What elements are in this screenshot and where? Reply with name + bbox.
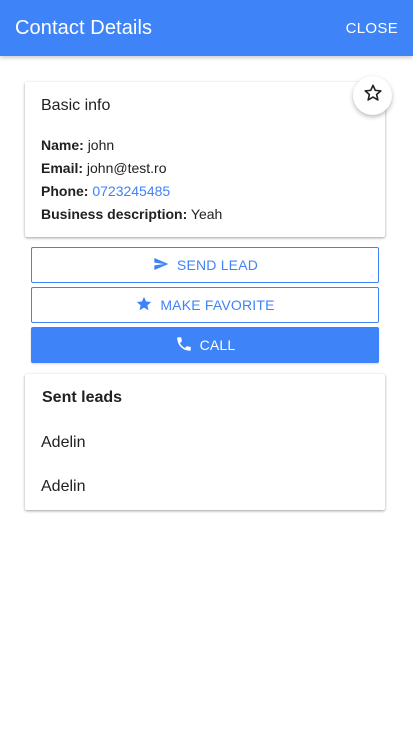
sent-leads-title: Sent leads xyxy=(42,389,123,406)
app-bar: Contact Details CLOSE xyxy=(0,0,413,56)
star-icon xyxy=(135,295,160,316)
phone-link[interactable]: 0723245485 xyxy=(92,183,170,199)
email-label: Email: xyxy=(41,160,84,176)
page-title: Contact Details xyxy=(15,16,153,39)
basic-info-fields: Name: john Email: john@test.ro Phone: 07… xyxy=(41,134,222,226)
send-icon xyxy=(152,256,177,275)
make-favorite-label: MAKE FAVORITE xyxy=(160,297,275,313)
basic-info-card: Basic info Name: john Email: john@test.r… xyxy=(25,82,385,237)
list-item[interactable]: Adelin xyxy=(41,478,85,496)
email-row: Email: john@test.ro xyxy=(41,157,222,180)
basic-info-title: Basic info xyxy=(41,97,111,114)
star-outline-icon xyxy=(363,83,383,108)
call-button[interactable]: CALL xyxy=(31,327,379,363)
phone-icon xyxy=(175,335,200,356)
business-description-value: Yeah xyxy=(190,206,223,222)
call-label: CALL xyxy=(199,337,236,353)
send-lead-label: SEND LEAD xyxy=(176,257,259,273)
list-item[interactable]: Adelin xyxy=(41,434,85,452)
close-button[interactable]: CLOSE xyxy=(346,20,398,37)
make-favorite-button[interactable]: MAKE FAVORITE xyxy=(31,287,379,323)
phone-row: Phone: 0723245485 xyxy=(41,180,222,203)
send-lead-button[interactable]: SEND LEAD xyxy=(31,247,379,283)
email-value: john@test.ro xyxy=(86,160,167,176)
business-description-label: Business description: xyxy=(41,206,188,222)
name-row: Name: john xyxy=(41,134,222,157)
phone-label: Phone: xyxy=(41,183,89,199)
favorite-toggle-button[interactable] xyxy=(353,76,392,115)
name-label: Name: xyxy=(41,137,84,153)
name-value: john xyxy=(87,137,115,153)
sent-leads-card: Sent leads Adelin Adelin xyxy=(25,374,385,510)
business-description-row: Business description: Yeah xyxy=(41,203,222,226)
